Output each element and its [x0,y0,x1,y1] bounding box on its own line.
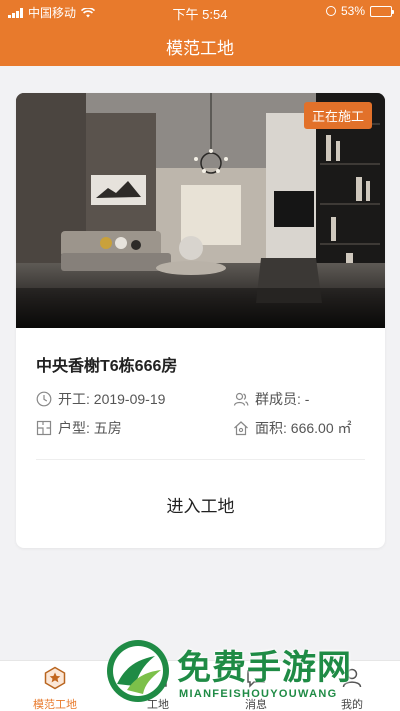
watermark: 免费手游网 MIANFEISHOUYOUWANG [105,636,395,711]
floorplan-icon [36,420,52,436]
status-bar: 中国移动 下午 5:54 53% [0,0,400,22]
layout-row: 户型: 五房 [36,418,122,438]
status-badge: 正在施工 [303,102,372,129]
members-row: 群成员: - [233,389,309,409]
area-row: 面积: 666.00 ㎡ [233,418,352,438]
area: 面积: 666.00 ㎡ [255,420,352,436]
status-right: 53% [325,4,394,18]
watermark-text: 免费手游网 [177,649,352,687]
start-date: 开工: 2019-09-19 [58,391,166,407]
house-layout: 户型: 五房 [58,420,122,436]
watermark-logo-icon [107,640,169,702]
battery-percent: 53% [340,4,365,18]
project-name: 中央香榭T6栋666房 [36,358,178,375]
watermark-subtext: MIANFEISHOUYOUWANG [179,688,338,700]
house-icon [234,421,248,436]
project-photo: 正在施工 [16,93,385,328]
star-icon [44,666,66,690]
project-card[interactable]: 正在施工 中央香榭T6栋666房 开工: 2019-09-19 群成员: - 户… [16,93,385,548]
enter-site-button[interactable]: 进入工地 [16,460,385,548]
battery-icon [370,5,394,17]
start-date-row: 开工: 2019-09-19 [36,389,165,409]
page-title: 模范工地 [166,39,234,58]
tab-label: 模范工地 [33,699,77,711]
members: 群成员: - [255,391,310,407]
tab-model-site[interactable]: 模范工地 [5,661,105,711]
clock-icon [36,391,52,407]
alarm-icon [325,6,336,16]
group-icon [233,392,249,406]
